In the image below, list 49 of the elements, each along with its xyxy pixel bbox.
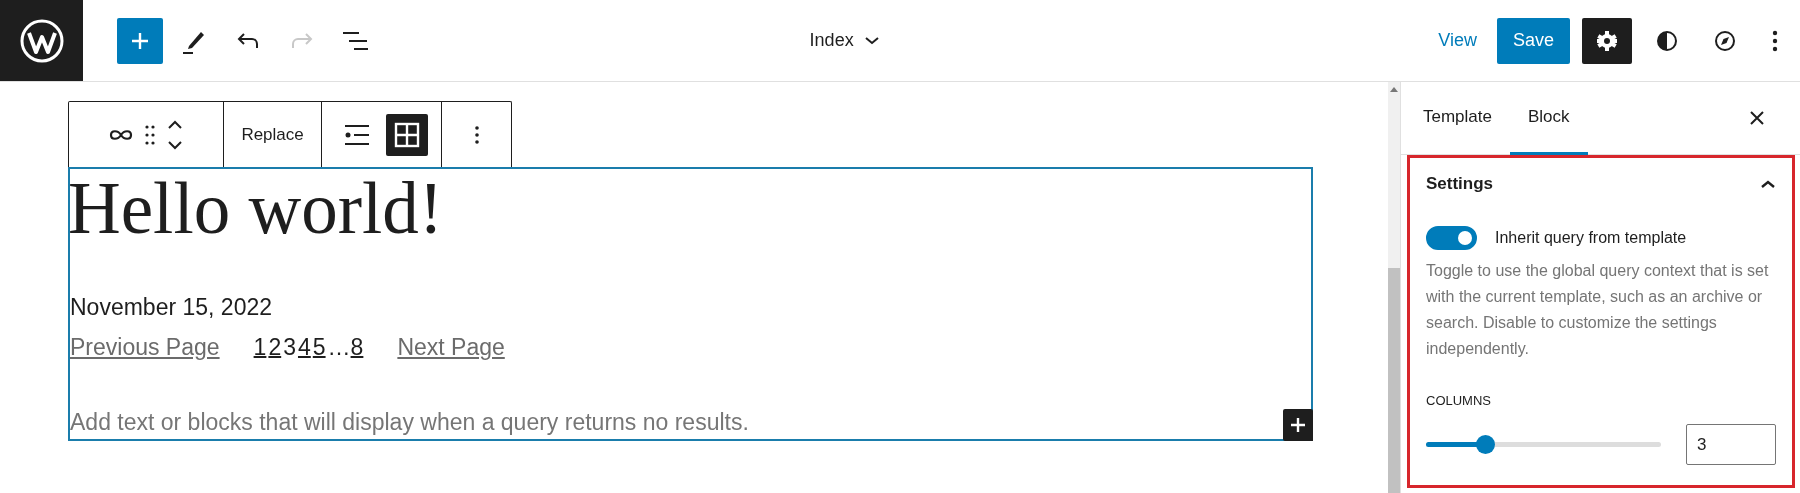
settings-button[interactable] bbox=[1582, 17, 1632, 64]
compass-icon bbox=[1713, 28, 1737, 53]
grid-view-button[interactable] bbox=[385, 114, 428, 156]
next-page-link[interactable]: Next Page bbox=[397, 332, 505, 362]
post-title: Hello world! bbox=[68, 169, 445, 249]
document-title[interactable]: Index bbox=[803, 24, 886, 57]
replace-button[interactable]: Replace bbox=[229, 112, 316, 158]
sidebar-tab[interactable]: Block bbox=[1510, 82, 1588, 155]
logo-icon bbox=[18, 17, 65, 64]
save-button[interactable]: Save bbox=[1496, 17, 1570, 64]
list-icon bbox=[343, 123, 370, 147]
previous-page-link[interactable]: Previous Page bbox=[70, 332, 220, 362]
page-number-link[interactable]: 2 bbox=[268, 332, 282, 362]
page-number-link[interactable]: 1 bbox=[253, 332, 267, 362]
up-down-chevron-icon bbox=[167, 119, 184, 151]
settings-icon bbox=[1595, 28, 1619, 53]
close-icon bbox=[1750, 111, 1764, 125]
undo-icon bbox=[236, 31, 260, 50]
add-block-button[interactable] bbox=[1283, 409, 1313, 441]
drag-dots-icon bbox=[145, 125, 156, 145]
toggle-label: Inherit query from template bbox=[1495, 229, 1687, 247]
redo-icon bbox=[290, 31, 314, 50]
half-circle-icon bbox=[1655, 28, 1679, 53]
loop-icon bbox=[109, 128, 134, 142]
post-date: November 15, 2022 bbox=[70, 293, 273, 322]
view-link[interactable]: View bbox=[1430, 30, 1485, 51]
chevron-down-icon bbox=[863, 35, 880, 46]
columns-input[interactable]: 3 bbox=[1686, 424, 1776, 465]
settings-panel-header[interactable]: Settings bbox=[1426, 158, 1776, 210]
home-button[interactable] bbox=[0, 0, 83, 81]
more-vertical-icon bbox=[473, 125, 480, 145]
placeholder-field[interactable]: Add text or blocks that will display when a query returns no results. bbox=[70, 407, 749, 437]
toggle-switch[interactable] bbox=[1426, 226, 1477, 250]
help-text: Toggle to use the global query context that is set with the current template, such as an archive or search. Disable to customize the settings independently. bbox=[1426, 261, 1770, 359]
scroll-up-icon bbox=[1390, 86, 1398, 92]
page-number-link[interactable]: 5 bbox=[312, 332, 326, 362]
grid-icon bbox=[393, 122, 420, 148]
chevron-up-icon bbox=[1760, 179, 1776, 189]
list-view-icon bbox=[342, 30, 370, 51]
plus-icon bbox=[1289, 416, 1307, 434]
sidebar-tab[interactable]: Template bbox=[1405, 82, 1510, 155]
columns-slider[interactable] bbox=[1426, 435, 1661, 454]
page-number-link[interactable]: 4 bbox=[298, 332, 311, 362]
more-vertical-icon bbox=[1772, 29, 1778, 52]
columns-label: COLUMNS bbox=[1426, 393, 1492, 408]
page-number-link[interactable]: 3 bbox=[283, 332, 296, 362]
pagination-ellipsis: … bbox=[327, 333, 351, 362]
page-number-link[interactable]: 8 bbox=[350, 332, 364, 362]
scrollbar[interactable] bbox=[1388, 82, 1400, 493]
